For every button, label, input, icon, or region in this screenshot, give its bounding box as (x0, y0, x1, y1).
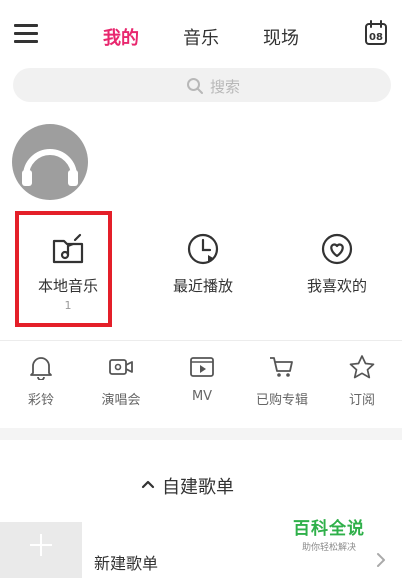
feature-ringtone[interactable]: 彩铃 (9, 354, 73, 408)
mv-icon (190, 357, 214, 377)
tab-live[interactable]: 现场 (263, 24, 299, 50)
divider (0, 340, 402, 341)
recent-play-icon (187, 233, 219, 265)
cart-icon (270, 357, 293, 377)
concert-video-icon (109, 359, 133, 375)
feature-label: 订阅 (348, 393, 375, 408)
feature-mv[interactable]: MV (170, 354, 234, 404)
local-music-button[interactable]: 本地音乐 1 (12, 232, 124, 312)
favorite-label: 我喜欢的 (306, 277, 367, 295)
watermark-slogan: 助你轻松解决 (301, 543, 356, 553)
calendar-day-text: 08 (369, 32, 383, 43)
bell-icon (30, 357, 52, 380)
local-music-label: 本地音乐 (37, 277, 98, 295)
recent-play-label: 最近播放 (172, 277, 233, 295)
top-nav: 我的 音乐 现场 08 (0, 10, 402, 60)
feature-purchased[interactable]: 已购专辑 (250, 354, 314, 408)
watermark: 百科全说 助你轻松解决 (289, 514, 369, 553)
search-placeholder: 搜索 (210, 78, 241, 96)
headphones-icon (22, 149, 78, 186)
feature-label: 演唱会 (101, 393, 141, 408)
status-bar (0, 0, 402, 8)
chevron-right-icon (377, 553, 385, 567)
playlist-section-title: 自建歌单 (162, 477, 234, 498)
chevron-up-icon (141, 480, 155, 489)
feature-concert[interactable]: 演唱会 (89, 354, 153, 408)
search-icon (187, 78, 203, 94)
local-music-count: 1 (64, 299, 72, 312)
recent-play-button[interactable]: 最近播放 (147, 232, 259, 296)
feature-label: 已购专辑 (255, 393, 308, 408)
star-icon (349, 355, 375, 379)
calendar-icon[interactable]: 08 (364, 20, 388, 46)
feature-label: 彩铃 (27, 393, 54, 408)
section-gap (0, 428, 402, 440)
plus-icon (0, 522, 82, 578)
avatar[interactable] (12, 124, 88, 200)
menu-icon[interactable] (14, 24, 38, 44)
watermark-brand: 百科全说 (293, 519, 365, 539)
favorite-icon (321, 233, 353, 265)
tab-music[interactable]: 音乐 (183, 24, 219, 50)
feature-label: MV (191, 389, 213, 404)
tab-mine[interactable]: 我的 (103, 24, 139, 50)
favorite-button[interactable]: 我喜欢的 (281, 232, 393, 296)
new-playlist-label: 新建歌单 (94, 554, 159, 573)
search-bar[interactable]: 搜索 (13, 68, 391, 102)
local-music-icon (52, 233, 84, 264)
feature-subscribe[interactable]: 订阅 (330, 354, 394, 408)
